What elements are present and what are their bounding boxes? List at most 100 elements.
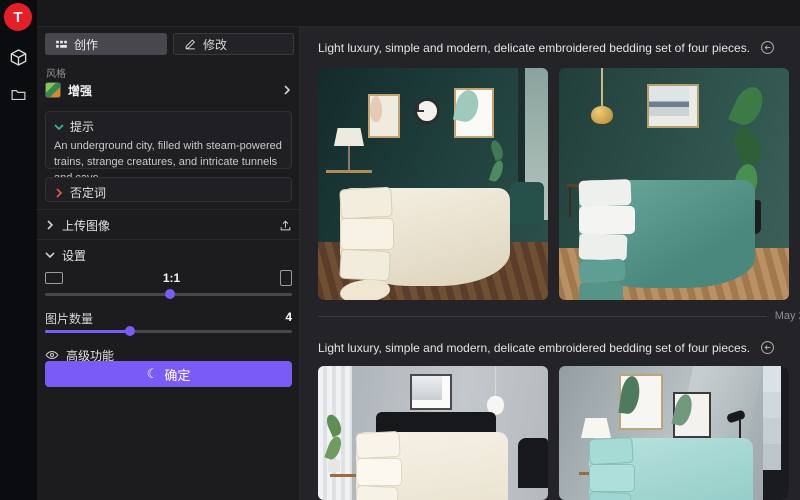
wall-art-leaf — [673, 392, 711, 438]
left-icon-rail: T — [0, 0, 37, 500]
prompt-label: 提示 — [70, 118, 94, 135]
aspect-ratio-value: 1:1 — [63, 271, 280, 285]
generation-date: May 24, 1 — [775, 310, 800, 322]
pillow — [355, 431, 400, 459]
bed — [589, 438, 753, 500]
app-window: T 创作 修改 风格 — [0, 0, 800, 500]
bed — [356, 432, 508, 500]
table-lamp — [581, 418, 611, 438]
image-count-slider[interactable] — [45, 330, 292, 333]
avatar-letter: T — [13, 9, 22, 26]
avatar[interactable]: T — [4, 3, 32, 31]
chevron-down-icon — [54, 122, 64, 132]
aspect-ratio-row: 1:1 — [45, 270, 292, 286]
generation-meta: May 24, 1 — [318, 310, 800, 322]
style-value: 增强 — [68, 82, 275, 99]
control-panel: 创作 修改 风格 增强 提示 An underground city, fill… — [37, 27, 300, 500]
bed — [579, 180, 755, 288]
chevron-right-icon — [282, 85, 292, 95]
tab-create-label: 创作 — [74, 36, 98, 53]
divider — [37, 209, 300, 210]
pillow — [579, 179, 632, 207]
wall-art-leaf — [454, 88, 494, 138]
generated-image-4[interactable] — [559, 366, 789, 500]
landscape-ratio-icon[interactable] — [45, 272, 63, 284]
table-lamp — [334, 128, 364, 146]
nightstand — [326, 170, 372, 173]
wall-art-seascape — [647, 84, 699, 128]
window — [763, 366, 789, 500]
reuse-arrow-icon[interactable] — [760, 340, 775, 355]
pillow — [339, 187, 392, 220]
pendant-cord — [601, 68, 603, 108]
pendant-cord — [495, 366, 497, 398]
pillow — [355, 485, 398, 500]
upload-row[interactable]: 上传图像 — [45, 215, 292, 235]
eye-icon — [45, 348, 59, 362]
pillow — [588, 437, 633, 465]
folder-icon[interactable] — [9, 85, 28, 104]
wall-art — [410, 374, 452, 410]
lamp-stem — [348, 146, 350, 170]
generated-image-1[interactable] — [318, 68, 548, 300]
top-bar — [37, 0, 800, 27]
edit-pencil-icon — [184, 38, 197, 51]
style-thumbnail-icon — [45, 82, 61, 98]
pillow — [588, 491, 631, 500]
tab-modify-label: 修改 — [203, 36, 227, 53]
settings-header[interactable]: 设置 — [45, 245, 292, 265]
tab-modify[interactable]: 修改 — [173, 33, 294, 55]
tab-create[interactable]: 创作 — [45, 33, 167, 55]
divider — [318, 316, 767, 317]
chevron-down-icon — [45, 250, 55, 260]
generation-prompt: Light luxury, simple and modern, delicat… — [318, 41, 750, 55]
pendant-lamp — [591, 106, 613, 124]
pillow — [339, 249, 391, 282]
chair — [518, 438, 548, 488]
generated-image-2[interactable] — [559, 68, 789, 300]
wall-art-leaf — [619, 374, 663, 430]
divider — [37, 239, 300, 240]
negative-label: 否定词 — [70, 184, 106, 201]
pillow — [340, 218, 394, 250]
prompt-box[interactable]: 提示 An underground city, filled with stea… — [45, 111, 292, 169]
plant — [492, 140, 518, 176]
confirm-button[interactable]: ☾ 确定 — [45, 361, 292, 387]
image-count-label: 图片数量 — [45, 310, 285, 327]
wall-clock — [414, 98, 440, 124]
portrait-ratio-icon[interactable] — [280, 270, 292, 286]
pillow — [579, 233, 628, 261]
upload-label: 上传图像 — [62, 217, 272, 234]
image-count-value: 4 — [285, 310, 292, 327]
style-selector[interactable]: 增强 — [45, 80, 292, 100]
chevron-right-icon — [54, 188, 64, 198]
create-grid-icon — [55, 38, 68, 51]
bed — [340, 188, 510, 286]
reuse-arrow-icon[interactable] — [760, 40, 775, 55]
pillow — [356, 458, 402, 486]
wall-art-feather — [368, 94, 400, 138]
image-row — [318, 68, 789, 300]
slider-handle[interactable] — [165, 289, 175, 299]
negative-box[interactable]: 否定词 — [45, 177, 292, 202]
moon-icon: ☾ — [147, 366, 159, 382]
slider-fill — [45, 330, 129, 333]
generation-prompt-row: Light luxury, simple and modern, delicat… — [318, 340, 775, 355]
teal-pillow — [578, 258, 625, 283]
generation-prompt: Light luxury, simple and modern, delicat… — [318, 341, 750, 355]
generation-prompt-row: Light luxury, simple and modern, delicat… — [318, 40, 775, 55]
pillow — [589, 464, 635, 492]
model-cube-icon[interactable] — [9, 48, 28, 67]
upload-icon[interactable] — [279, 219, 292, 232]
pillow — [579, 206, 635, 234]
aspect-ratio-slider[interactable] — [45, 293, 292, 296]
confirm-label: 确定 — [164, 365, 190, 384]
armchair — [510, 182, 544, 224]
teal-pillow — [579, 282, 623, 300]
generated-image-3[interactable] — [318, 366, 548, 500]
image-count-row: 图片数量 4 — [45, 310, 292, 327]
slider-handle[interactable] — [125, 326, 135, 336]
nightstand-leg — [569, 187, 571, 217]
settings-label: 设置 — [62, 247, 86, 264]
generation-feed: Light luxury, simple and modern, delicat… — [300, 27, 800, 500]
